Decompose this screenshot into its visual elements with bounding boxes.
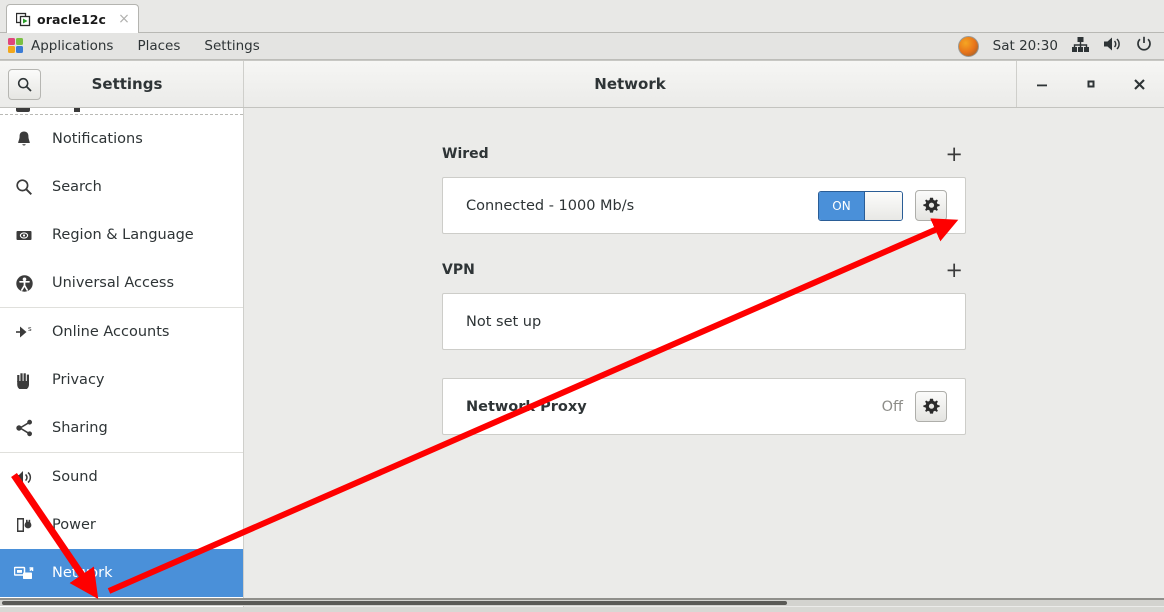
wired-toggle-switch[interactable]: ON <box>818 190 903 221</box>
volume-icon[interactable] <box>1103 36 1122 56</box>
menu-settings[interactable]: Settings <box>192 33 271 59</box>
search-icon <box>14 177 34 197</box>
section-title-vpn: VPN <box>442 262 475 278</box>
accessibility-icon <box>14 273 34 293</box>
network-proxy-row[interactable]: Network Proxy Off <box>442 378 966 435</box>
page-title: Network <box>594 75 666 93</box>
region-language-icon <box>14 225 34 245</box>
wired-toggle-knob <box>864 191 902 220</box>
network-wired-icon[interactable] <box>1072 36 1089 56</box>
vm-tab-strip: oracle12c × <box>0 0 1164 33</box>
speaker-icon <box>14 467 34 487</box>
menu-applications[interactable]: Applications <box>0 33 125 59</box>
minimize-button[interactable] <box>1025 67 1059 101</box>
sidebar-item-label: Notifications <box>52 131 143 147</box>
section-title-wired: Wired <box>442 146 489 162</box>
battery-power-icon <box>14 515 34 535</box>
close-button[interactable] <box>1123 67 1157 101</box>
menu-settings-label: Settings <box>204 38 260 54</box>
sidebar-item-sharing[interactable]: Sharing <box>0 404 243 452</box>
sidebar-item-label: Sound <box>52 469 98 485</box>
menu-places-label: Places <box>137 38 181 54</box>
sidebar-item-label: Sharing <box>52 420 108 436</box>
panel-tray: Sat 20:30 <box>957 33 1164 59</box>
menu-applications-label: Applications <box>31 38 114 54</box>
settings-sidebar[interactable]: Notifications Search Region & Language U… <box>0 108 244 607</box>
window-body: Notifications Search Region & Language U… <box>0 108 1164 607</box>
add-wired-button[interactable]: + <box>942 144 966 165</box>
sidebar-item-label: Search <box>52 179 102 195</box>
horizontal-scrollbar-thumb[interactable] <box>2 601 787 605</box>
sidebar-item-power[interactable]: Power <box>0 501 243 549</box>
network-proxy-label: Network Proxy <box>466 398 587 415</box>
section-header-vpn: VPN + <box>442 258 966 282</box>
wired-status-text: Connected - 1000 Mb/s <box>466 197 635 214</box>
power-icon[interactable] <box>1136 36 1152 56</box>
sidebar-item-label: Online Accounts <box>52 324 170 340</box>
sidebar-item-label: Region & Language <box>52 227 194 243</box>
gnome-top-panel: Applications Places Settings Sat 20:30 <box>0 33 1164 60</box>
network-icon <box>14 563 34 583</box>
sidebar-item-label: Network <box>52 565 113 581</box>
wired-connection-row[interactable]: Connected - 1000 Mb/s ON <box>442 177 966 234</box>
hand-privacy-icon <box>14 370 34 390</box>
sidebar-title: Settings <box>91 75 163 93</box>
sidebar-item-label: Universal Access <box>52 275 175 291</box>
vm-tab-oracle12c[interactable]: oracle12c × <box>6 4 139 33</box>
sidebar-item-online-accounts[interactable]: s Online Accounts <box>0 308 243 356</box>
bell-icon <box>14 129 34 149</box>
settings-window: Settings Network Notifications Search Re… <box>0 60 1164 607</box>
close-icon <box>1134 78 1145 90</box>
sidebar-item-notifications[interactable]: Notifications <box>0 115 243 163</box>
window-titlebar: Settings Network <box>0 61 1164 108</box>
sidebar-item-label: Privacy <box>52 372 105 388</box>
vpn-row[interactable]: Not set up <box>442 293 966 350</box>
firefox-icon[interactable] <box>957 35 979 57</box>
maximize-button[interactable] <box>1074 67 1108 101</box>
wired-toggle-state-label: ON <box>819 191 864 220</box>
gear-icon <box>922 197 940 213</box>
network-proxy-settings-button[interactable] <box>915 391 947 422</box>
maximize-icon <box>1087 80 1094 88</box>
sidebar-item-privacy[interactable]: Privacy <box>0 356 243 404</box>
network-proxy-status: Off <box>881 398 903 415</box>
svg-text:s: s <box>28 325 32 333</box>
wired-settings-button[interactable] <box>915 190 947 221</box>
minimize-icon <box>1036 84 1047 87</box>
network-settings-panel: Wired + Connected - 1000 Mb/s ON VPN + N… <box>244 108 1164 607</box>
sidebar-item-sound[interactable]: Sound <box>0 453 243 501</box>
gear-icon <box>922 398 940 414</box>
menu-places[interactable]: Places <box>125 33 192 59</box>
horizontal-scrollbar[interactable] <box>0 600 1164 606</box>
sidebar-item-network[interactable]: Network <box>0 549 243 597</box>
vm-tab-label: oracle12c <box>37 11 107 27</box>
add-vpn-button[interactable]: + <box>942 260 966 281</box>
search-icon <box>17 77 32 92</box>
close-icon[interactable]: × <box>118 12 130 26</box>
sidebar-item-partial-scrolled[interactable] <box>0 108 243 115</box>
share-nodes-icon <box>14 418 34 438</box>
sidebar-item-label: Power <box>52 517 96 533</box>
online-accounts-icon: s <box>14 322 34 342</box>
section-header-wired: Wired + <box>442 142 966 166</box>
sidebar-item-search[interactable]: Search <box>0 163 243 211</box>
clock[interactable]: Sat 20:30 <box>993 38 1058 54</box>
titlebar-sidebar-area: Settings <box>0 61 244 107</box>
vpn-status-text: Not set up <box>466 313 542 330</box>
sidebar-item-universal-access[interactable]: Universal Access <box>0 259 243 307</box>
vm-screen-play-icon <box>15 12 31 27</box>
applications-puzzle-icon <box>8 38 24 54</box>
search-button[interactable] <box>8 68 41 100</box>
sidebar-item-region-language[interactable]: Region & Language <box>0 211 243 259</box>
window-controls <box>1016 61 1164 107</box>
panel-menus: Applications Places Settings <box>0 33 272 59</box>
